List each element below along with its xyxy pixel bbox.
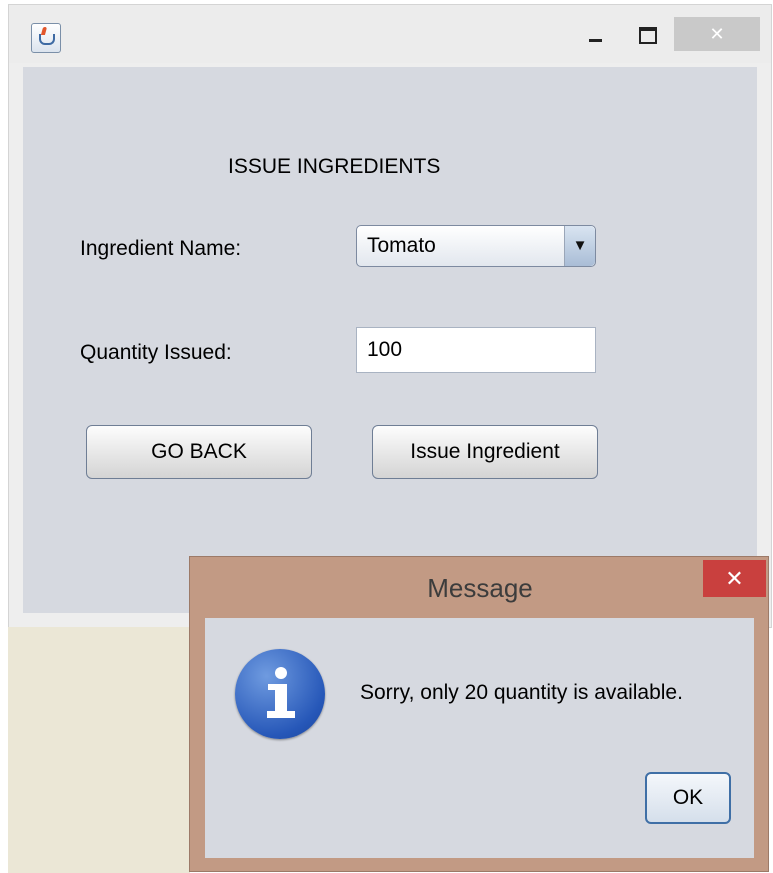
ingredient-dropdown[interactable]: Tomato ▼ xyxy=(356,225,596,267)
close-button[interactable]: ✕ xyxy=(674,17,760,51)
info-base-shape xyxy=(267,711,295,718)
info-stem-shape xyxy=(275,684,287,714)
ingredient-name-label: Ingredient Name: xyxy=(80,237,242,260)
main-window: ✕ ISSUE INGREDIENTS Ingredient Name: Tom… xyxy=(8,4,772,628)
page-title: ISSUE INGREDIENTS xyxy=(228,155,441,178)
info-icon xyxy=(235,649,325,739)
minimize-button[interactable] xyxy=(577,17,613,51)
ingredient-selected-value: Tomato xyxy=(367,234,436,257)
message-dialog: Message ✕ Sorry, only 20 quantity is ava… xyxy=(189,556,769,872)
dialog-message: Sorry, only 20 quantity is available. xyxy=(360,681,683,704)
java-cup-shape xyxy=(39,34,55,45)
chevron-down-icon[interactable]: ▼ xyxy=(564,226,595,266)
dialog-body: Sorry, only 20 quantity is available. OK xyxy=(205,618,754,858)
dialog-title: Message xyxy=(427,573,533,603)
info-dot-shape xyxy=(275,667,287,679)
quantity-issued-label: Quantity Issued: xyxy=(80,341,232,364)
issue-ingredient-button[interactable]: Issue Ingredient xyxy=(372,425,598,479)
quantity-input[interactable]: 100 xyxy=(356,327,596,373)
dialog-close-button[interactable]: ✕ xyxy=(703,560,766,597)
form-panel: ISSUE INGREDIENTS Ingredient Name: Tomat… xyxy=(23,67,757,613)
desktop-background xyxy=(8,627,190,873)
java-app-icon[interactable] xyxy=(31,23,61,53)
go-back-button[interactable]: GO BACK xyxy=(86,425,312,479)
title-bar: ✕ xyxy=(9,5,771,63)
maximize-button[interactable] xyxy=(629,17,665,51)
ok-button[interactable]: OK xyxy=(645,772,731,824)
